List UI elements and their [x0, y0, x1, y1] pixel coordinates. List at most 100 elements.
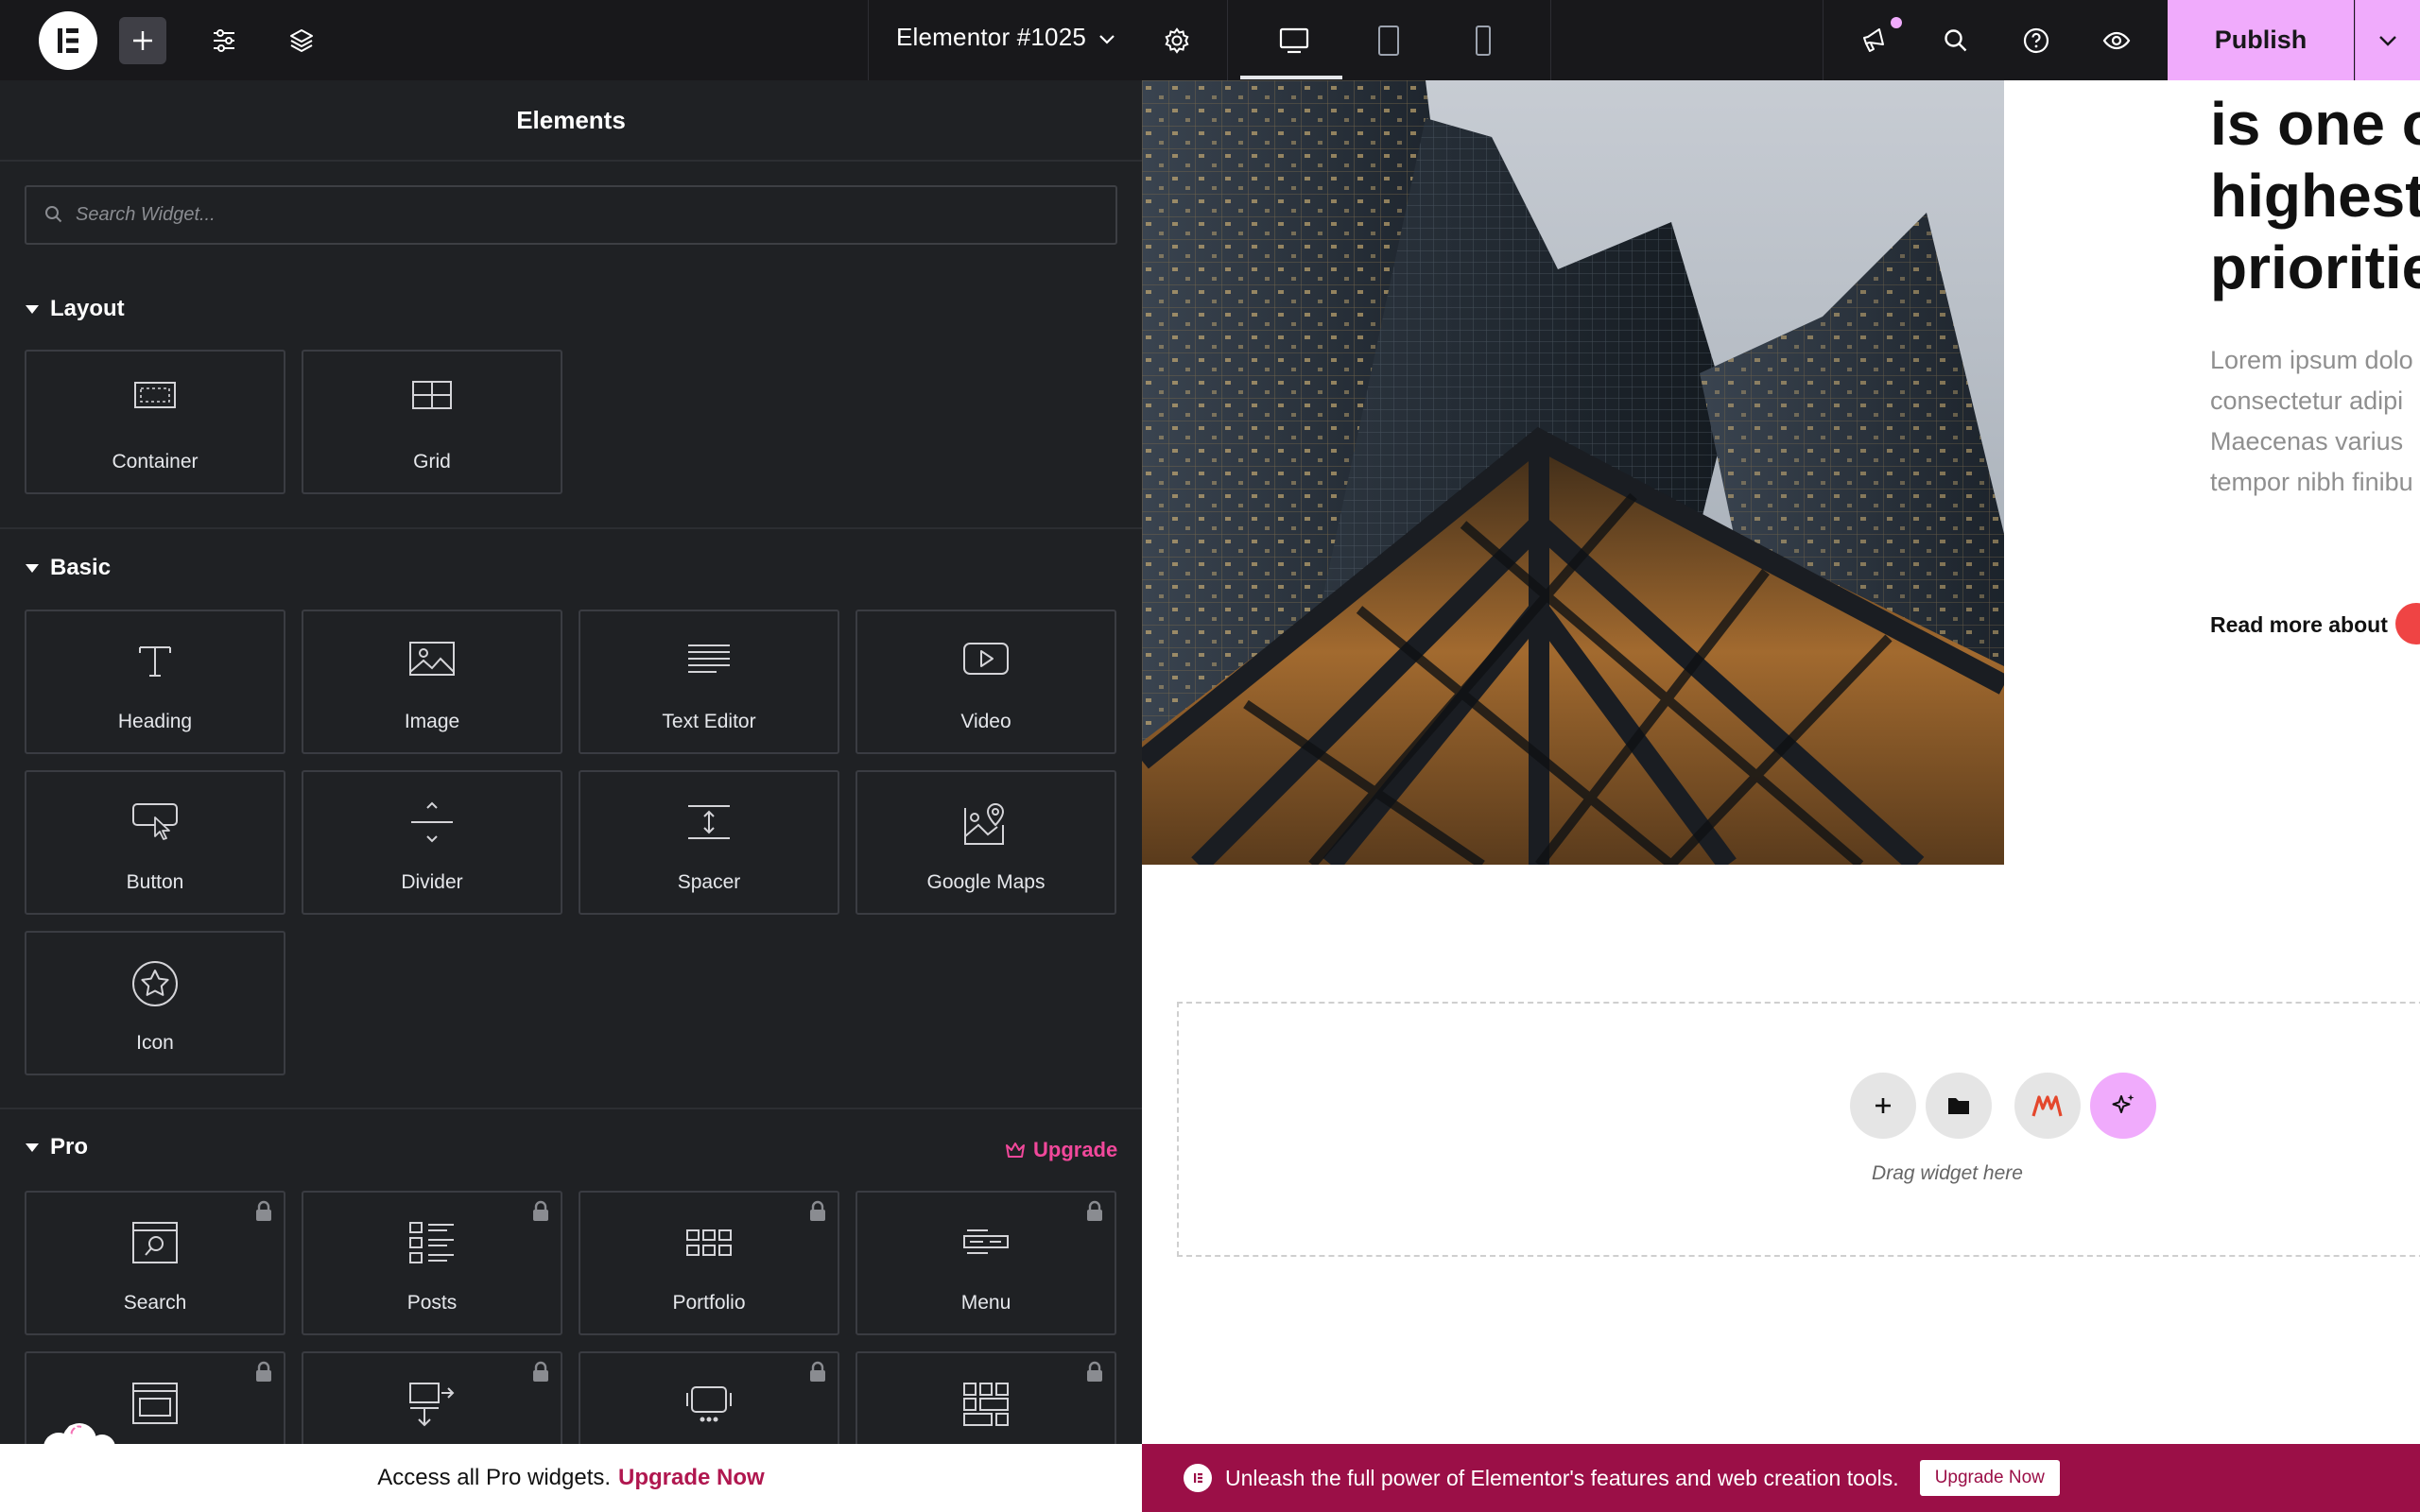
widget-search[interactable]: Search	[25, 1191, 285, 1335]
section-layout-toggle[interactable]: Layout	[26, 296, 125, 322]
document-title[interactable]: Elementor #1025	[896, 23, 1086, 52]
portfolio-icon	[686, 1229, 732, 1256]
container-icon	[134, 382, 176, 408]
folder-icon	[1948, 1098, 1969, 1114]
editor-canvas: is one o highest prioritie Lorem ipsum d…	[1142, 80, 2420, 1444]
widget-label: Icon	[136, 1032, 174, 1054]
finder-button[interactable]	[1932, 17, 1979, 64]
star-icon	[132, 961, 178, 1006]
widget-image[interactable]: Image	[302, 610, 562, 754]
widget-button[interactable]: Button	[25, 770, 285, 915]
help-icon	[2023, 27, 2049, 54]
divider	[0, 527, 1142, 529]
upgrade-link[interactable]: Upgrade	[1005, 1138, 1117, 1162]
widget-label: Posts	[406, 1292, 458, 1314]
hero-body-text[interactable]: Lorem ipsum dolo consectetur adipi Maece…	[2210, 340, 2420, 503]
section-title: Pro	[50, 1134, 89, 1160]
grid-icon	[412, 381, 452, 409]
read-more-link[interactable]: Read more about	[2210, 612, 2388, 638]
divider	[1550, 0, 1551, 80]
plus-icon	[1876, 1098, 1891, 1113]
body-line: tempor nibh finibu	[2210, 468, 2413, 496]
widget-text-editor[interactable]: Text Editor	[579, 610, 839, 754]
widget-label: Grid	[413, 451, 451, 472]
widget-menu[interactable]: Menu	[856, 1191, 1116, 1335]
divider	[0, 1108, 1142, 1109]
heading-line: highest	[2210, 162, 2420, 230]
desktop-view-button[interactable]	[1270, 17, 1318, 64]
widget-label: Google Maps	[926, 871, 1046, 893]
tablet-view-button[interactable]	[1365, 17, 1412, 64]
sparkles-icon	[2112, 1094, 2135, 1113]
widget-label: Portfolio	[672, 1292, 746, 1314]
widget-spacer[interactable]: Spacer	[579, 770, 839, 915]
section-basic-toggle[interactable]: Basic	[26, 555, 111, 581]
widget-video[interactable]: Video	[856, 610, 1116, 754]
mobile-view-button[interactable]	[1460, 17, 1507, 64]
search-widget-icon	[132, 1222, 178, 1263]
image-icon	[409, 642, 455, 676]
section-title: Layout	[50, 296, 125, 321]
upgrade-label: Upgrade	[1033, 1138, 1118, 1161]
site-settings-button[interactable]	[200, 17, 248, 64]
widget-label: Container	[112, 451, 199, 472]
promo-banner: Unleash the full power of Elementor's fe…	[1142, 1444, 2420, 1512]
ai-generate-button[interactable]	[2090, 1073, 2156, 1139]
posts-icon	[409, 1222, 454, 1263]
hero-heading[interactable]: is one o highest prioritie	[2210, 88, 2420, 303]
help-button[interactable]	[2013, 17, 2060, 64]
publish-button[interactable]: Publish	[2168, 0, 2354, 80]
widget-pro-locked[interactable]	[856, 1351, 1116, 1444]
search-placeholder: Search Widget...	[76, 204, 216, 225]
widget-label: Image	[404, 711, 460, 732]
chevron-down-icon[interactable]	[1097, 28, 1117, 49]
structure-button[interactable]	[278, 17, 325, 64]
widget-heading[interactable]: Heading	[25, 610, 285, 754]
publish-options-button[interactable]	[2355, 0, 2420, 80]
page-settings-button[interactable]	[1153, 17, 1201, 64]
widget-pro-locked[interactable]	[302, 1351, 562, 1444]
building-image[interactable]	[1142, 80, 2004, 865]
promo-text: Unleash the full power of Elementor's fe…	[1225, 1465, 1899, 1490]
elementor-logo-icon	[1184, 1464, 1212, 1492]
form-widget-icon	[409, 1383, 455, 1427]
divider	[0, 160, 1142, 162]
caret-down-icon	[26, 563, 39, 573]
add-section-button[interactable]	[1850, 1073, 1916, 1139]
widget-label: Text Editor	[662, 711, 756, 732]
widget-grid[interactable]: Grid	[302, 350, 562, 494]
widget-drop-zone[interactable]	[1177, 1002, 2420, 1257]
sliders-icon	[214, 29, 234, 52]
heading-icon	[139, 646, 171, 677]
widget-pro-locked[interactable]	[579, 1351, 839, 1444]
widget-google-maps[interactable]: Google Maps	[856, 770, 1116, 915]
widget-pro-locked[interactable]	[25, 1351, 285, 1444]
widget-label: Video	[960, 711, 1011, 732]
widget-divider[interactable]: Divider	[302, 770, 562, 915]
search-widget-input[interactable]: Search Widget...	[25, 185, 1117, 245]
kit-logo-icon	[2031, 1095, 2063, 1117]
chevron-down-icon	[2379, 35, 2396, 46]
envato-kit-button[interactable]	[2014, 1073, 2081, 1139]
active-device-indicator	[1240, 76, 1342, 79]
widget-icon[interactable]: Icon	[25, 931, 285, 1075]
notice-text: Access all Pro widgets.	[377, 1465, 612, 1490]
upgrade-now-link[interactable]: Upgrade Now	[618, 1465, 765, 1491]
add-element-button[interactable]	[119, 17, 166, 64]
elementor-logo-icon[interactable]	[39, 11, 97, 70]
preview-button[interactable]	[2093, 17, 2140, 64]
pro-widgets-notice: Access all Pro widgets. Upgrade Now	[0, 1444, 1142, 1512]
widget-label: Heading	[117, 711, 193, 732]
divider	[1823, 0, 1824, 80]
section-pro-toggle[interactable]: Pro	[26, 1134, 88, 1160]
widget-portfolio[interactable]: Portfolio	[579, 1191, 839, 1335]
add-template-button[interactable]	[1926, 1073, 1992, 1139]
text-editor-icon	[688, 644, 730, 673]
arrow-button-icon[interactable]	[2395, 603, 2420, 644]
widget-container[interactable]: Container	[25, 350, 285, 494]
divider	[1227, 0, 1228, 80]
body-line: consectetur adipi	[2210, 387, 2404, 415]
heading-line: is one o	[2210, 90, 2420, 158]
upgrade-now-button[interactable]: Upgrade Now	[1919, 1460, 2060, 1496]
widget-posts[interactable]: Posts	[302, 1191, 562, 1335]
